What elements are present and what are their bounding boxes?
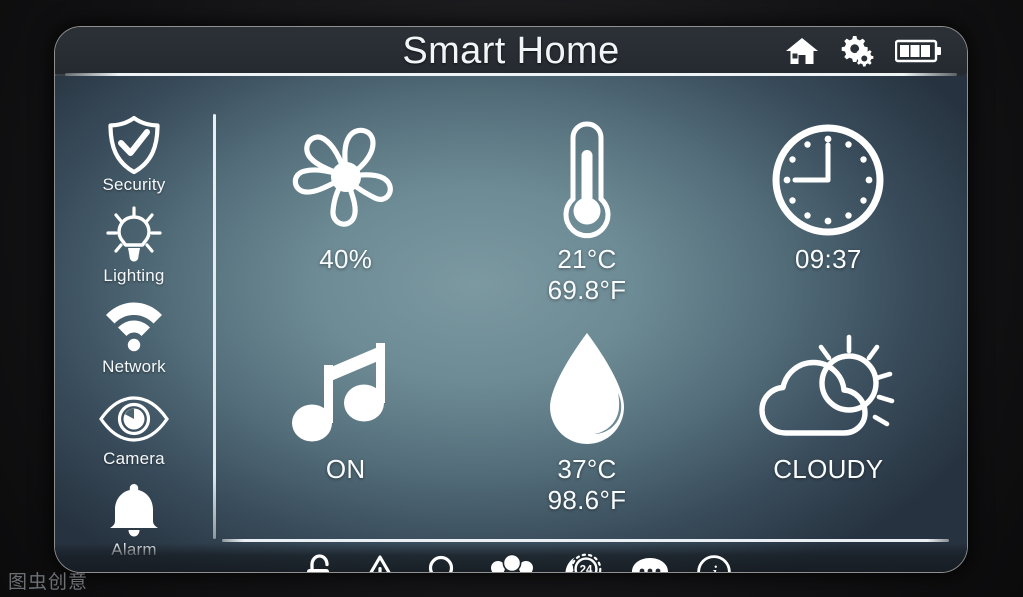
search-icon[interactable] xyxy=(426,554,462,572)
tile-value-secondary: 98.6°F xyxy=(547,485,627,515)
chat-icon[interactable] xyxy=(630,555,670,572)
lock-icon[interactable] xyxy=(304,553,334,572)
bell-icon xyxy=(105,481,163,539)
tile-value: CLOUDY xyxy=(773,454,884,484)
info-icon[interactable]: i xyxy=(696,554,732,573)
shield-check-icon xyxy=(106,116,162,174)
users-icon[interactable] xyxy=(488,553,536,572)
sidebar-item-security[interactable]: Security xyxy=(74,116,194,201)
tile-music[interactable]: ON xyxy=(225,322,466,532)
lightbulb-icon xyxy=(103,206,165,265)
screen-area: Security Lighting Network Camera 40% 21°… xyxy=(55,76,967,572)
sidebar-item-label: Lighting xyxy=(103,266,165,286)
tile-thermometer[interactable]: 21°C 69.8°F xyxy=(466,112,707,322)
warning-icon[interactable] xyxy=(360,554,400,572)
tile-clock[interactable]: 09:37 xyxy=(708,112,949,322)
clock-icon xyxy=(769,116,887,244)
wifi-icon xyxy=(103,298,165,356)
sidebar: Security Lighting Network Camera xyxy=(55,110,213,572)
header-icon-group xyxy=(785,35,943,72)
fan-icon xyxy=(281,116,411,244)
water-drop-icon xyxy=(538,326,636,454)
device-bezel: Smart Home Security Lighting Network Cam… xyxy=(55,27,967,572)
dashboard-grid: 40% 21°C 69.8°F 09:37 ON 37°C 98.6°F CLO… xyxy=(225,112,949,532)
sidebar-item-label: Network xyxy=(102,357,166,377)
battery-icon[interactable] xyxy=(894,38,943,69)
tile-fan[interactable]: 40% xyxy=(225,112,466,322)
support-24h-icon[interactable]: 24 xyxy=(562,553,604,572)
svg-text:i: i xyxy=(711,560,717,573)
sidebar-item-camera[interactable]: Camera xyxy=(74,390,194,475)
sidebar-item-label: Camera xyxy=(103,448,165,468)
sidebar-item-label: Security xyxy=(102,175,166,194)
tile-value: ON xyxy=(325,454,366,484)
cloud-sun-icon xyxy=(753,326,903,454)
home-icon[interactable] xyxy=(785,36,819,71)
watermark: 图虫创意 xyxy=(8,571,89,593)
tile-value: 40% xyxy=(319,244,373,274)
toolbar-divider xyxy=(222,539,949,542)
sidebar-divider xyxy=(213,114,216,539)
thermometer-icon xyxy=(544,116,630,244)
eye-icon xyxy=(99,390,169,448)
music-note-icon xyxy=(291,326,401,454)
title-bar: Smart Home xyxy=(55,27,967,74)
sidebar-item-lighting[interactable]: Lighting xyxy=(74,206,194,292)
sidebar-item-network[interactable]: Network xyxy=(74,298,194,383)
tile-value: 21°C xyxy=(557,244,617,274)
tile-humidity[interactable]: 37°C 98.6°F xyxy=(466,322,707,532)
bottom-toolbar: 24 i xyxy=(55,544,967,572)
tile-value-secondary: 69.8°F xyxy=(547,275,627,305)
tile-weather[interactable]: CLOUDY xyxy=(708,322,949,532)
tile-value: 09:37 xyxy=(795,244,862,274)
support-badge-text: 24 xyxy=(580,564,593,572)
tile-value: 37°C xyxy=(557,454,617,484)
gear-icon[interactable] xyxy=(839,35,875,72)
